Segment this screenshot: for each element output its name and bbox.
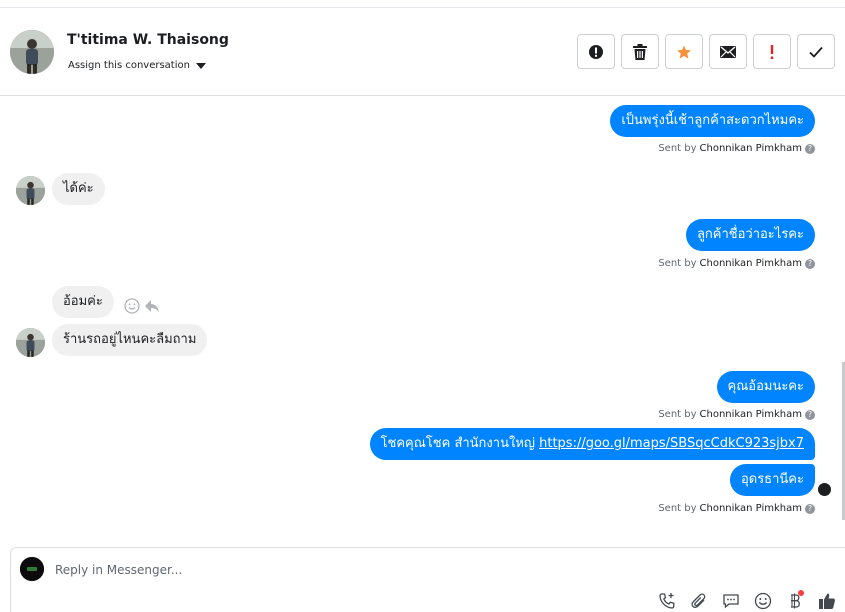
help-icon[interactable]: ? (805, 503, 815, 514)
contact-avatar-small[interactable] (16, 176, 45, 205)
sent-by-prefix: Sent by (658, 409, 697, 420)
help-icon[interactable]: ? (805, 409, 815, 420)
contact-name: T'titima W. Thaisong (67, 32, 229, 48)
conversation-header: T'titima W. Thaisong Assign this convers… (0, 8, 845, 96)
message-text: โชคคุณโชค สำนักงานใหญ่ (380, 436, 535, 451)
reply-arrow-icon[interactable] (144, 298, 160, 314)
sent-by-label: Sent by Chonnikan Pimkham ? (658, 143, 815, 154)
envelope-icon (720, 45, 736, 58)
outgoing-message[interactable]: เป็นพรุ่งนี้เช้าลูกค้าสะดวกไหมคะ (610, 105, 815, 137)
sent-by-prefix: Sent by (658, 258, 697, 269)
contact-avatar-small[interactable] (16, 328, 45, 357)
incoming-message[interactable]: ร้านรถอยู่ไหนคะลืมถาม (52, 324, 208, 356)
exclamation-icon (770, 44, 774, 59)
delete-button[interactable] (621, 34, 659, 69)
sent-by-prefix: Sent by (658, 503, 697, 514)
help-icon[interactable]: ? (805, 143, 815, 154)
react-emoji-icon[interactable] (124, 298, 140, 314)
assign-conversation-dropdown[interactable]: Assign this conversation (68, 60, 206, 71)
sent-by-label: Sent by Chonnikan Pimkham ? (658, 503, 815, 514)
sender-name: Chonnikan Pimkham (699, 409, 802, 420)
notification-dot (798, 590, 804, 596)
seen-indicator (818, 483, 831, 496)
sender-name: Chonnikan Pimkham (699, 258, 802, 269)
assign-label: Assign this conversation (68, 60, 190, 71)
outgoing-message[interactable]: คุณอ้อมนะคะ (716, 371, 815, 403)
contact-avatar[interactable] (10, 30, 54, 74)
reply-composer (10, 547, 845, 612)
saved-replies-icon (722, 593, 739, 608)
follow-up-button[interactable] (753, 34, 791, 69)
outgoing-message[interactable]: ลูกค้าชื่อว่าอะไรคะ (685, 219, 815, 251)
checkmark-icon (809, 46, 823, 58)
caret-down-icon (195, 62, 206, 69)
phone-add-icon (658, 592, 674, 609)
message-hover-actions (124, 298, 160, 314)
star-icon (677, 44, 691, 59)
page-avatar (20, 557, 44, 581)
composer-toolbar (656, 590, 837, 611)
sender-name: Chonnikan Pimkham (699, 143, 802, 154)
emoji-icon (754, 592, 771, 609)
sender-name: Chonnikan Pimkham (699, 503, 802, 514)
mark-unread-button[interactable] (709, 34, 747, 69)
thumbs-up-icon (818, 593, 835, 609)
add-call-button[interactable] (656, 590, 677, 611)
mark-done-button[interactable] (797, 34, 835, 69)
trash-icon (633, 43, 647, 60)
reply-input[interactable] (55, 560, 615, 580)
attach-file-button[interactable] (688, 590, 709, 611)
like-button[interactable] (816, 590, 837, 611)
mark-spam-button[interactable] (577, 34, 615, 69)
conversation-actions (577, 34, 835, 69)
payment-button[interactable] (784, 590, 805, 611)
messenger-conversation: T'titima W. Thaisong Assign this convers… (0, 0, 845, 612)
emoji-button[interactable] (752, 590, 773, 611)
alert-circle-icon (589, 44, 603, 59)
incoming-message[interactable]: อ้อมค่ะ (52, 286, 114, 318)
help-icon[interactable]: ? (805, 258, 815, 269)
paperclip-icon (690, 592, 705, 608)
sent-by-label: Sent by Chonnikan Pimkham ? (658, 258, 815, 269)
maps-link[interactable]: https://goo.gl/maps/SBSqcCdkC923sjbx7 (539, 436, 804, 451)
saved-replies-button[interactable] (720, 590, 741, 611)
outgoing-message[interactable]: อุดรธานีคะ (729, 464, 815, 496)
sent-by-label: Sent by Chonnikan Pimkham ? (658, 409, 815, 420)
outgoing-message-with-link[interactable]: โชคคุณโชค สำนักงานใหญ่ https://goo.gl/ma… (369, 428, 815, 460)
incoming-message[interactable]: ได้ค่ะ (52, 173, 105, 205)
sent-by-prefix: Sent by (658, 143, 697, 154)
star-button[interactable] (665, 34, 703, 69)
message-thread[interactable]: เป็นพรุ่งนี้เช้าลูกค้าสะดวกไหมคะ Sent by… (0, 97, 845, 543)
